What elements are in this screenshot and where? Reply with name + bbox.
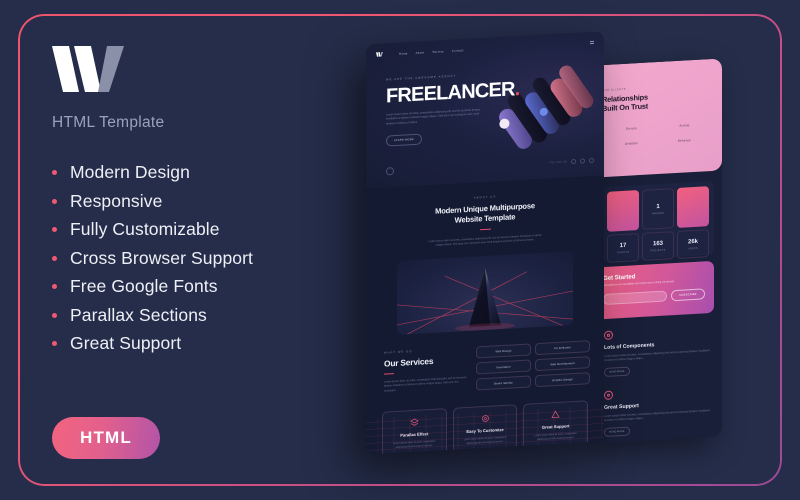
follow-us-label: FOLLOW US <box>549 160 567 165</box>
feature-label: Cross Browser Support <box>70 247 253 268</box>
bullet-icon <box>52 341 57 346</box>
list-item: Fully Customizable <box>52 219 352 240</box>
hero-title: FREELANCER. <box>386 78 519 107</box>
client-logo: Dribbble <box>624 140 639 146</box>
bullet-icon <box>52 255 57 261</box>
feature-label: Free Google Fonts <box>70 276 218 296</box>
bullet-icon <box>52 170 57 175</box>
client-logo: Behance <box>677 137 692 143</box>
feature-block-body: Lorem ipsum dolor sit amet, consectetur … <box>604 349 710 363</box>
feature-block-body: Lorem ipsum dolor sit amet, consectetur … <box>604 409 710 423</box>
menu-icon[interactable] <box>590 40 594 45</box>
list-item: Great Support <box>52 333 352 354</box>
mockup-screen-primary: Home About Service Contact WE ARE THE AW… <box>366 31 604 455</box>
email-field[interactable] <box>603 290 667 306</box>
client-logo-grid: Envato Airbnb Dribbble Behance <box>602 122 714 147</box>
stat-value: 163 <box>652 240 663 247</box>
about-body-text: Lorem ipsum dolor sit amet, consectetur … <box>428 233 542 247</box>
subscribe-button[interactable]: SUBSCRIBE <box>671 288 705 302</box>
service-chip[interactable]: Web Design <box>476 343 531 359</box>
left-info-panel: HTML Template Modern Design Responsive F… <box>52 46 352 362</box>
service-chip[interactable]: Illustration <box>476 359 531 375</box>
read-more-button[interactable]: READ MORE <box>543 444 568 455</box>
stat-label: USERS <box>688 246 698 250</box>
feature-label: Fully Customizable <box>70 219 220 239</box>
stat-label: PROJECTS <box>650 248 666 252</box>
feature-label: Responsive <box>70 190 163 211</box>
learn-more-button[interactable]: LEARN MORE <box>386 133 422 147</box>
bullet-icon <box>52 284 57 289</box>
stat-box: 163 PROJECTS <box>642 231 674 261</box>
social-links: FOLLOW US <box>549 157 594 165</box>
html-badge: HTML <box>52 417 160 459</box>
w-logo-icon <box>52 46 124 92</box>
feature-list: Modern Design Responsive Fully Customiza… <box>52 162 352 354</box>
services-eyebrow: WHAT WE DO <box>384 350 413 356</box>
hero-body-text: Lorem ipsum dolor sit amet, consectetur … <box>386 108 481 126</box>
feature-block: Lots of Components Lorem ipsum dolor sit… <box>604 325 712 378</box>
read-more-button[interactable]: READ MORE <box>473 448 497 455</box>
stat-label: AWARDS <box>651 211 665 215</box>
newsletter-cta-card: Get Started Subscribe to our newsletter … <box>594 260 714 320</box>
stat-label: CLIENTS <box>616 250 630 254</box>
about-section: ABOUT US Modern Unique Multipurpose Webs… <box>366 175 604 338</box>
clients-panel: OUR CLIENTS Relationships Built On Trust… <box>594 58 722 178</box>
read-more-button[interactable]: READ MORE <box>604 426 630 438</box>
stat-box: 17 CLIENTS <box>607 233 639 263</box>
twitter-icon[interactable] <box>580 158 585 164</box>
stat-decor-tile <box>677 186 709 228</box>
tagline: HTML Template <box>52 114 165 131</box>
services-body-text: Lorem ipsum dolor sit amet, consectetur … <box>384 376 467 393</box>
client-logo: Airbnb <box>679 123 690 128</box>
facebook-icon[interactable] <box>571 158 576 165</box>
divider <box>384 373 394 375</box>
bullet-icon <box>52 312 57 318</box>
feature-label: Parallax Sections <box>70 304 207 325</box>
list-item: Free Google Fonts <box>52 276 352 297</box>
divider <box>479 228 491 231</box>
stat-value: 26k <box>687 238 698 245</box>
mockup-screen-secondary: OUR CLIENTS Relationships Built On Trust… <box>594 58 722 444</box>
showcase-image <box>397 251 573 336</box>
hero-title-dot: . <box>514 78 520 101</box>
support-icon <box>604 390 613 401</box>
abstract-3d-artwork <box>499 65 594 149</box>
client-logo: Envato <box>626 125 637 131</box>
components-icon <box>604 330 613 341</box>
scroll-down-icon[interactable] <box>386 167 394 176</box>
service-chip[interactable]: Web Development <box>535 356 590 372</box>
list-item: Cross Browser Support <box>52 248 352 269</box>
list-item: Parallax Sections <box>52 305 352 326</box>
stat-box: 26k USERS <box>677 229 709 259</box>
hero-section: Home About Service Contact WE ARE THE AW… <box>366 31 604 189</box>
read-more-button[interactable]: READ MORE <box>402 452 427 455</box>
services-title: Our Services <box>384 356 434 370</box>
feature-block: Great Support Lorem ipsum dolor sit amet… <box>604 385 712 438</box>
service-chip[interactable]: Art Direction <box>535 340 590 356</box>
bullet-icon <box>52 198 57 204</box>
list-item: Modern Design <box>52 162 352 183</box>
instagram-icon[interactable] <box>589 157 594 164</box>
stat-decor-tile <box>607 190 639 232</box>
read-more-button[interactable]: READ MORE <box>604 366 630 378</box>
mesh-decor <box>524 453 585 455</box>
services-grid: Web Design Art Direction Illustration We… <box>476 340 590 391</box>
bullet-icon <box>52 227 57 232</box>
list-item: Responsive <box>52 191 352 212</box>
stat-box: 1 AWARDS <box>642 188 674 230</box>
feature-label: Great Support <box>70 333 182 353</box>
stat-value: 1 <box>656 203 660 210</box>
feature-label: Modern Design <box>70 162 190 182</box>
stat-value: 17 <box>619 242 627 249</box>
stats-card: 1 AWARDS 17 CLIENTS 163 PROJECTS 26k USE… <box>602 180 714 263</box>
